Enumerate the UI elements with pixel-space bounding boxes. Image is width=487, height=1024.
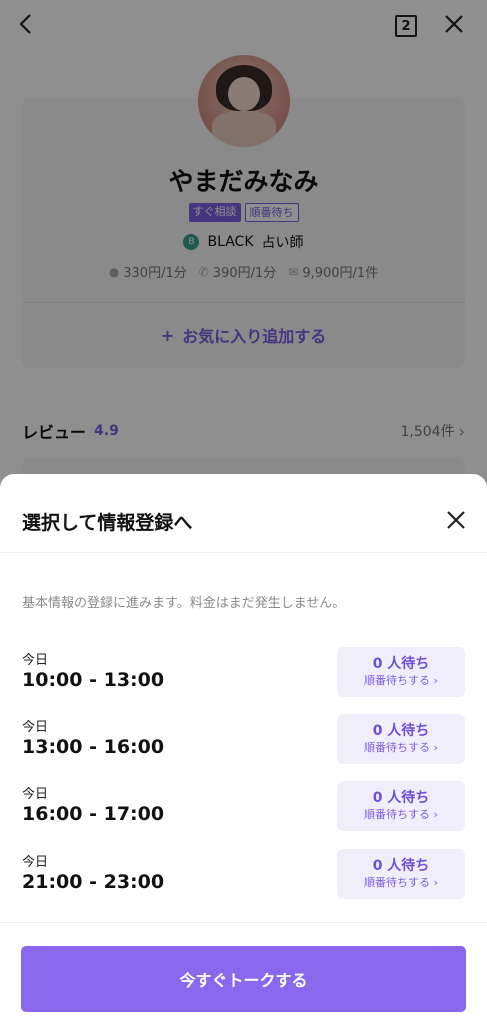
slot-day: 今日	[22, 855, 49, 870]
slot-time: 10:00 - 13:00	[22, 669, 165, 691]
queue-action: 順番待ちする ›	[364, 876, 438, 889]
time-slot: 今日 10:00 - 13:00 0 人待ち 順番待ちする ›	[22, 647, 465, 701]
close-icon	[447, 511, 465, 529]
time-slot: 今日 21:00 - 23:00 0 人待ち 順番待ちする ›	[22, 849, 465, 903]
queue-action: 順番待ちする ›	[364, 674, 438, 687]
slot-time: 13:00 - 16:00	[22, 736, 165, 758]
sheet-title: 選択して情報登録へ	[22, 512, 193, 534]
time-slot: 今日 16:00 - 17:00 0 人待ち 順番待ちする ›	[22, 781, 465, 835]
slot-day: 今日	[22, 720, 49, 735]
sheet-divider	[0, 552, 487, 553]
chevron-right-icon: ›	[433, 741, 438, 754]
bottom-sheet: 選択して情報登録へ 基本情報の登録に進みます。料金はまだ発生しません。 今日 1…	[0, 474, 487, 1024]
slot-time: 21:00 - 23:00	[22, 871, 165, 893]
queue-button[interactable]: 0 人待ち 順番待ちする ›	[337, 781, 465, 831]
footer-divider	[0, 922, 487, 923]
wait-count: 0 人待ち	[372, 858, 430, 874]
sheet-close-button[interactable]	[442, 506, 470, 534]
queue-action: 順番待ちする ›	[364, 808, 438, 821]
queue-button[interactable]: 0 人待ち 順番待ちする ›	[337, 714, 465, 764]
slot-day: 今日	[22, 653, 49, 668]
chevron-right-icon: ›	[433, 876, 438, 889]
slot-day: 今日	[22, 787, 49, 802]
wait-count: 0 人待ち	[372, 656, 430, 672]
talk-now-button[interactable]: 今すぐトークする	[21, 946, 466, 1012]
chevron-right-icon: ›	[433, 674, 438, 687]
slot-time: 16:00 - 17:00	[22, 803, 165, 825]
queue-button[interactable]: 0 人待ち 順番待ちする ›	[337, 647, 465, 697]
queue-button[interactable]: 0 人待ち 順番待ちする ›	[337, 849, 465, 899]
wait-count: 0 人待ち	[372, 790, 430, 806]
queue-action: 順番待ちする ›	[364, 741, 438, 754]
wait-count: 0 人待ち	[372, 723, 430, 739]
chevron-right-icon: ›	[433, 808, 438, 821]
time-slot: 今日 13:00 - 16:00 0 人待ち 順番待ちする ›	[22, 714, 465, 768]
notice-text: 基本情報の登録に進みます。料金はまだ発生しません。	[22, 596, 346, 611]
